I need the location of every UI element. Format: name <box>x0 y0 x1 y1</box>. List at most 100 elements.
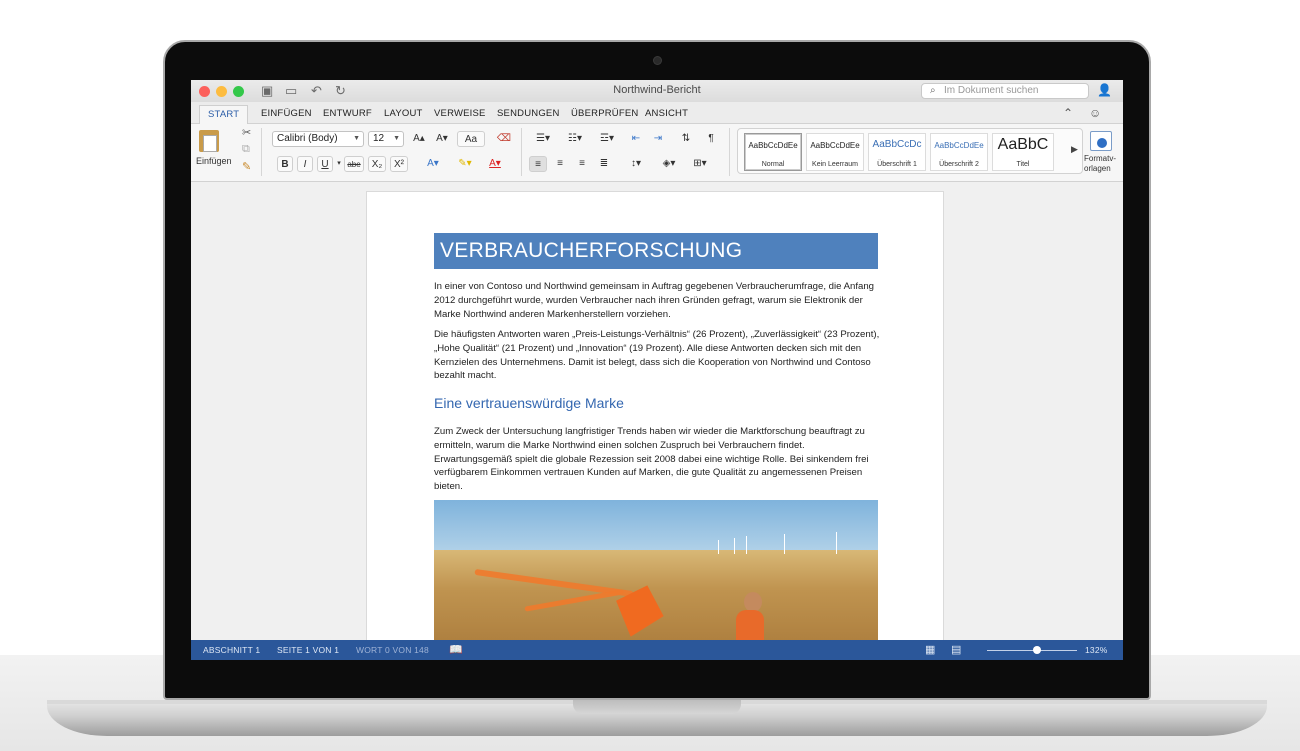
justify-icon[interactable]: ≣ <box>595 156 613 172</box>
chevron-down-icon: ▼ <box>393 135 400 142</box>
tab-sendungen[interactable]: SENDUNGEN <box>497 108 560 119</box>
borders-icon[interactable]: ⊞▾ <box>687 156 713 172</box>
style-preview: AaBbCcDdEe <box>934 141 984 150</box>
tab-einfuegen[interactable]: EINFÜGEN <box>261 108 312 119</box>
change-case-button[interactable]: Aa <box>457 131 485 147</box>
chevron-down-icon: ▼ <box>353 135 360 142</box>
italic-button[interactable]: I <box>297 156 313 172</box>
search-placeholder: Im Dokument suchen <box>944 85 1039 96</box>
kite-field-photo[interactable] <box>434 500 878 650</box>
search-input[interactable]: ⌕ Im Dokument suchen <box>921 83 1089 99</box>
styles-pane-icon[interactable] <box>1090 131 1112 151</box>
sort-icon[interactable]: ⇅ <box>677 131 695 147</box>
paste-label[interactable]: Einfügen <box>196 156 232 166</box>
copy-icon[interactable]: ⧉ <box>242 143 250 156</box>
photo-wheat-field <box>434 550 878 650</box>
grow-font-button[interactable]: A▴ <box>409 131 429 147</box>
paste-clipboard-icon[interactable] <box>199 130 219 152</box>
align-center-icon[interactable]: ≡ <box>551 156 569 172</box>
tab-entwurf[interactable]: ENTWURF <box>323 108 372 119</box>
heading-1: VERBRAUCHERFORSCHUNG <box>434 233 878 269</box>
style-name: Titel <box>1016 161 1030 168</box>
laptop-base-notch <box>573 700 741 714</box>
child-head <box>744 592 762 612</box>
zoom-slider-handle[interactable] <box>1032 646 1041 654</box>
zoom-level[interactable]: 132% <box>1085 645 1108 655</box>
bullet-list-icon[interactable]: ☰▾ <box>529 131 557 147</box>
tab-layout[interactable]: LAYOUT <box>384 108 423 119</box>
strikethrough-button[interactable]: abe <box>344 156 364 172</box>
status-word-count[interactable]: WORT 0 VON 148 <box>356 645 429 655</box>
status-section[interactable]: ABSCHNITT 1 <box>203 645 260 655</box>
proofing-book-icon[interactable]: 📖 <box>449 643 463 656</box>
decrease-indent-icon[interactable]: ⇤ <box>627 131 645 147</box>
style-preview: AaBbCcDdEe <box>748 141 798 150</box>
shrink-font-button[interactable]: A▾ <box>432 131 452 147</box>
collapse-ribbon-icon[interactable]: ⌃ <box>1063 106 1073 120</box>
clear-formatting-icon[interactable]: ⌫ <box>495 131 513 147</box>
status-page[interactable]: SEITE 1 VON 1 <box>277 645 339 655</box>
tab-verweise[interactable]: VERWEISE <box>434 108 486 119</box>
format-painter-icon[interactable]: ✎ <box>242 160 251 173</box>
font-color-icon[interactable]: A▾ <box>483 156 507 172</box>
ribbon-divider <box>521 128 522 176</box>
font-size-value: 12 <box>373 133 385 144</box>
align-right-icon[interactable]: ≡ <box>573 156 591 172</box>
heading-2: Eine vertrauenswürdige Marke <box>434 395 624 411</box>
wind-turbine <box>746 536 747 554</box>
ribbon-divider <box>729 128 730 176</box>
increase-indent-icon[interactable]: ⇥ <box>649 131 667 147</box>
show-formatting-marks-icon[interactable]: ¶ <box>703 131 719 147</box>
wind-turbine <box>784 534 785 554</box>
document-page[interactable]: VERBRAUCHERFORSCHUNG In einer von Contos… <box>366 191 944 651</box>
web-layout-view-icon[interactable]: ▤ <box>951 643 962 656</box>
tab-ueberpruefen[interactable]: ÜBERPRÜFEN <box>571 108 638 119</box>
paragraph-2: Die häufigsten Antworten waren „Preis-Le… <box>434 329 880 382</box>
font-name-dropdown[interactable]: Calibri (Body) ▼ <box>272 131 364 147</box>
styles-pane-label[interactable]: Formatv-orlagen <box>1084 154 1123 174</box>
styles-gallery: AaBbCcDdEe Normal AaBbCcDdEe Kein Leerra… <box>737 128 1083 174</box>
underline-button[interactable]: U <box>317 156 333 172</box>
feedback-smiley-icon[interactable]: ☺ <box>1089 106 1101 120</box>
document-canvas: VERBRAUCHERFORSCHUNG In einer von Contos… <box>191 183 1123 651</box>
status-bar: ABSCHNITT 1 SEITE 1 VON 1 WORT 0 VON 148… <box>191 640 1123 660</box>
style-normal[interactable]: AaBbCcDdEe Normal <box>744 133 802 171</box>
bold-button[interactable]: B <box>277 156 293 172</box>
multilevel-list-icon[interactable]: ☲▾ <box>593 131 621 147</box>
line-spacing-icon[interactable]: ↕▾ <box>623 156 649 172</box>
paragraph-3: Zum Zweck der Untersuchung langfristiger… <box>434 426 869 493</box>
style-preview: AaBbCcDdEe <box>810 141 860 150</box>
ribbon-toolbar: Einfügen ✂ ⧉ ✎ Calibri (Body) ▼ 12 ▼ A▴ A▾… <box>191 124 1123 182</box>
paragraph-1: In einer von Contoso und Northwind gemei… <box>434 281 874 320</box>
share-user-icon[interactable]: 👤 <box>1097 83 1112 97</box>
superscript-button[interactable]: X² <box>390 156 408 172</box>
title-bar: ▣ ▭ ↶ ↻ Northwind-Bericht ⌕ Im Dokument … <box>191 80 1123 102</box>
style-name: Überschrift 1 <box>877 161 917 168</box>
text-effects-icon[interactable]: A▾ <box>423 156 443 172</box>
style-name: Kein Leerraum <box>812 161 858 168</box>
print-layout-view-icon[interactable]: ▦ <box>925 643 936 656</box>
shading-icon[interactable]: ◈▾ <box>657 156 681 172</box>
wind-turbine <box>718 540 719 554</box>
style-kein-leerraum[interactable]: AaBbCcDdEe Kein Leerraum <box>806 133 864 171</box>
style-titel[interactable]: AaBbC Titel <box>992 133 1054 171</box>
style-ueberschrift-1[interactable]: AaBbCcDc Überschrift 1 <box>868 133 926 171</box>
subscript-button[interactable]: X₂ <box>368 156 386 172</box>
wind-turbine <box>734 538 735 554</box>
ribbon-tab-bar: START EINFÜGEN ENTWURF LAYOUT VERWEISE S… <box>191 102 1123 125</box>
zoom-slider[interactable] <box>987 650 1077 651</box>
style-preview: AaBbCcDc <box>872 139 922 150</box>
camera-icon <box>654 57 661 64</box>
tab-start[interactable]: START <box>199 105 249 125</box>
style-ueberschrift-2[interactable]: AaBbCcDdEe Überschrift 2 <box>930 133 988 171</box>
styles-next-icon[interactable]: ▶ <box>1071 144 1078 155</box>
style-preview: AaBbC <box>997 136 1049 153</box>
font-size-dropdown[interactable]: 12 ▼ <box>368 131 404 147</box>
font-name-value: Calibri (Body) <box>277 133 338 144</box>
numbered-list-icon[interactable]: ☷▾ <box>561 131 589 147</box>
cut-icon[interactable]: ✂ <box>242 126 251 139</box>
chevron-down-icon[interactable]: ▾ <box>336 156 342 172</box>
align-left-icon[interactable]: ≡ <box>529 156 547 172</box>
tab-ansicht[interactable]: ANSICHT <box>645 108 688 119</box>
highlight-color-icon[interactable]: ✎▾ <box>453 156 477 172</box>
